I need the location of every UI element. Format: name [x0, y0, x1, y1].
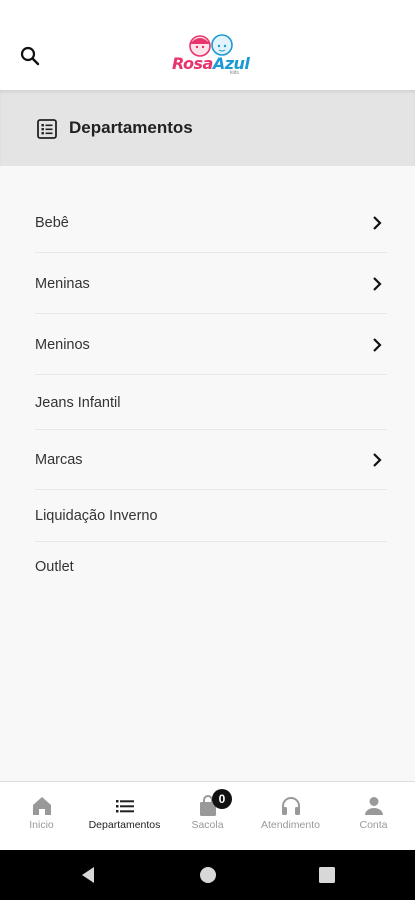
logo-rosa-text: Rosa — [172, 54, 213, 73]
back-triangle-icon — [82, 867, 94, 883]
search-icon — [20, 46, 40, 66]
chevron-right-icon — [373, 452, 382, 467]
menu-item-liquidacao-inverno[interactable]: Liquidação Inverno — [35, 490, 387, 542]
nav-sacola[interactable]: Sacola — [166, 782, 249, 851]
menu-item-label: Liquidação Inverno — [35, 507, 158, 524]
bottom-navigation: Inicio Departamentos Sacola Atendimento … — [0, 781, 415, 850]
menu-item-meninas[interactable]: Meninas — [35, 254, 387, 314]
menu-item-marcas[interactable]: Marcas — [35, 430, 387, 490]
logo-sub-text: kids — [230, 70, 239, 76]
brand-logo[interactable]: RosaAzul kids — [168, 32, 250, 78]
nav-conta[interactable]: Conta — [332, 782, 415, 851]
top-bar: RosaAzul kids — [0, 0, 415, 90]
list-box-icon — [37, 119, 57, 139]
page-title: Departamentos — [69, 118, 193, 137]
system-navigation-bar — [0, 850, 415, 900]
nav-label: Sacola — [191, 819, 224, 831]
nav-departamentos[interactable]: Departamentos — [83, 782, 166, 851]
recents-square-icon — [319, 867, 335, 883]
menu-item-meninos[interactable]: Meninos — [35, 315, 387, 375]
chevron-right-icon — [373, 276, 382, 291]
cart-count-badge: 0 — [212, 789, 232, 809]
home-button[interactable] — [198, 865, 218, 885]
list-icon — [115, 800, 134, 813]
home-icon — [32, 797, 51, 815]
nav-label: Atendimento — [261, 819, 320, 831]
menu-item-bebe[interactable]: Bebê — [35, 193, 387, 253]
nav-label: Conta — [359, 819, 388, 831]
departments-list: Bebê Meninas Meninos Jeans Infantil Marc… — [0, 166, 415, 781]
menu-item-label: Meninos — [35, 336, 90, 353]
back-button[interactable] — [78, 865, 98, 885]
nav-atendimento[interactable]: Atendimento — [249, 782, 332, 851]
menu-item-label: Meninas — [35, 275, 90, 292]
nav-label: Departamentos — [88, 819, 161, 831]
menu-item-label: Outlet — [35, 559, 74, 575]
chevron-right-icon — [373, 337, 382, 352]
departments-header: Departamentos — [0, 90, 415, 166]
home-circle-icon — [200, 867, 216, 883]
search-button[interactable] — [18, 44, 42, 68]
menu-item-label: Marcas — [35, 451, 83, 468]
person-icon — [364, 797, 383, 815]
menu-item-label: Jeans Infantil — [35, 394, 121, 411]
recents-button[interactable] — [317, 865, 337, 885]
menu-item-label: Bebê — [35, 214, 69, 231]
menu-item-jeans-infantil[interactable]: Jeans Infantil — [35, 376, 387, 430]
nav-label: Inicio — [29, 819, 54, 831]
nav-inicio[interactable]: Inicio — [0, 782, 83, 851]
menu-item-outlet[interactable]: Outlet — [35, 542, 387, 592]
chevron-right-icon — [373, 215, 382, 230]
headset-icon — [281, 797, 300, 815]
